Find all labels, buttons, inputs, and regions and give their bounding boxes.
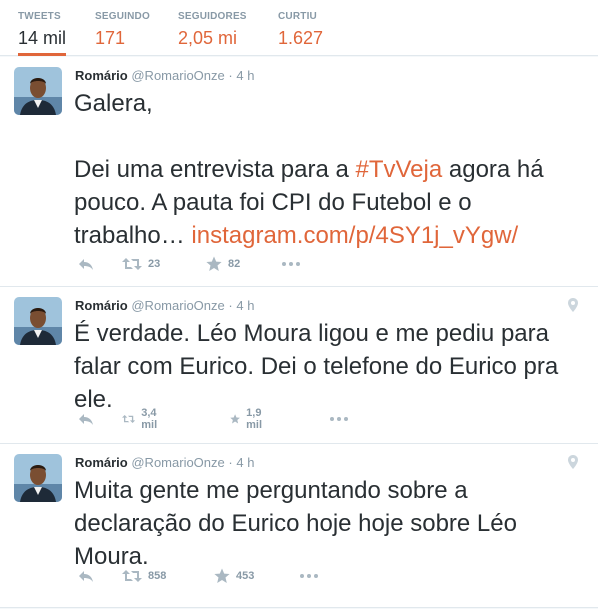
favorite-icon bbox=[214, 568, 230, 583]
tweet[interactable]: Romário @RomarioOnze · 4 h Muita gente m… bbox=[0, 444, 598, 608]
profile-stats-bar: TWEETS 14 mil SEGUINDO 171 SEGUIDORES 2,… bbox=[0, 0, 598, 56]
reply-button[interactable] bbox=[78, 254, 94, 274]
favorite-icon bbox=[230, 414, 240, 424]
author-handle[interactable]: @RomarioOnze bbox=[131, 68, 224, 83]
dot-separator: · bbox=[228, 455, 233, 470]
reply-icon bbox=[79, 414, 93, 425]
retweet-count: 3,4 mil bbox=[141, 407, 158, 431]
author-name[interactable]: Romário bbox=[75, 68, 128, 83]
stat-followers[interactable]: SEGUIDORES 2,05 mi bbox=[178, 10, 247, 51]
hashtag-link[interactable]: #TvVeja bbox=[355, 156, 442, 183]
more-icon bbox=[330, 417, 348, 421]
retweet-icon bbox=[122, 258, 142, 270]
geo-location-icon[interactable] bbox=[568, 455, 578, 469]
geo-location-icon[interactable] bbox=[568, 298, 578, 312]
stat-tweets-value: 14 mil bbox=[18, 28, 67, 48]
dot-separator: · bbox=[228, 68, 233, 83]
stat-followers-label: SEGUIDORES bbox=[178, 11, 247, 22]
stat-likes[interactable]: CURTIU 1.627 bbox=[278, 10, 323, 51]
avatar[interactable] bbox=[14, 297, 62, 345]
avatar[interactable] bbox=[14, 454, 62, 502]
retweet-icon bbox=[122, 570, 142, 582]
tweet-header: Romário @RomarioOnze · 4 h bbox=[75, 297, 254, 314]
author-handle[interactable]: @RomarioOnze bbox=[131, 455, 224, 470]
favorite-button[interactable]: 453 bbox=[214, 566, 254, 586]
author-name[interactable]: Romário bbox=[75, 298, 128, 313]
tweet[interactable]: Romário @RomarioOnze · 4 h É verdade. Lé… bbox=[0, 287, 598, 444]
tweet-timeline: Romário @RomarioOnze · 4 h Galera, Dei u… bbox=[0, 57, 598, 608]
stat-following-label: SEGUINDO bbox=[95, 11, 150, 22]
favorite-count: 82 bbox=[228, 258, 241, 270]
dot-separator: · bbox=[228, 298, 233, 313]
more-icon bbox=[300, 574, 318, 578]
tweet-text: Muita gente me perguntando sobre a decla… bbox=[74, 477, 517, 570]
stat-following-value: 171 bbox=[95, 28, 126, 48]
retweet-count: 23 bbox=[148, 258, 161, 270]
stat-tweets-label: TWEETS bbox=[18, 11, 61, 22]
favorite-button[interactable]: 1,9 mil bbox=[230, 407, 268, 431]
favorite-count: 453 bbox=[236, 570, 255, 582]
retweet-icon bbox=[122, 415, 136, 423]
retweet-button[interactable]: 23 bbox=[122, 254, 160, 274]
more-button[interactable] bbox=[330, 409, 348, 429]
tweet-text-line: Galera, bbox=[74, 90, 153, 117]
author-name[interactable]: Romário bbox=[75, 455, 128, 470]
reply-icon bbox=[79, 571, 93, 582]
retweet-count: 858 bbox=[148, 570, 167, 582]
more-button[interactable] bbox=[300, 566, 318, 586]
instagram-link[interactable]: instagram.com/p/4SY1j_vYgw/ bbox=[191, 222, 518, 249]
tweet-text: Galera, Dei uma entrevista para a #TvVej… bbox=[74, 87, 584, 252]
reply-icon bbox=[79, 259, 93, 270]
tweet-timestamp[interactable]: 4 h bbox=[236, 298, 254, 313]
retweet-button[interactable]: 3,4 mil bbox=[122, 407, 164, 431]
tweet[interactable]: Romário @RomarioOnze · 4 h Galera, Dei u… bbox=[0, 57, 598, 287]
reply-button[interactable] bbox=[78, 566, 94, 586]
avatar[interactable] bbox=[14, 67, 62, 115]
stat-likes-label: CURTIU bbox=[278, 11, 317, 22]
tweet-timestamp[interactable]: 4 h bbox=[236, 68, 254, 83]
tweet-text-paragraph: Dei uma entrevista para a #TvVeja agora … bbox=[74, 153, 584, 252]
stat-followers-value: 2,05 mi bbox=[178, 28, 238, 48]
reply-button[interactable] bbox=[78, 409, 94, 429]
favorite-button[interactable]: 82 bbox=[206, 254, 240, 274]
tweet-header: Romário @RomarioOnze · 4 h bbox=[75, 454, 254, 471]
tweet-header: Romário @RomarioOnze · 4 h bbox=[75, 67, 254, 84]
retweet-button[interactable]: 858 bbox=[122, 566, 166, 586]
more-button[interactable] bbox=[282, 254, 300, 274]
more-icon bbox=[282, 262, 300, 266]
stat-likes-value: 1.627 bbox=[278, 28, 324, 48]
favorite-icon bbox=[206, 256, 222, 271]
author-handle[interactable]: @RomarioOnze bbox=[131, 298, 224, 313]
favorite-count: 1,9 mil bbox=[246, 407, 263, 431]
tweet-timestamp[interactable]: 4 h bbox=[236, 455, 254, 470]
stat-tweets[interactable]: TWEETS 14 mil bbox=[18, 10, 67, 56]
tweet-text-segment: Dei uma entrevista para a bbox=[74, 156, 356, 183]
tweet-text: É verdade. Léo Moura ligou e me pediu pa… bbox=[74, 320, 559, 413]
stat-following[interactable]: SEGUINDO 171 bbox=[95, 10, 150, 51]
